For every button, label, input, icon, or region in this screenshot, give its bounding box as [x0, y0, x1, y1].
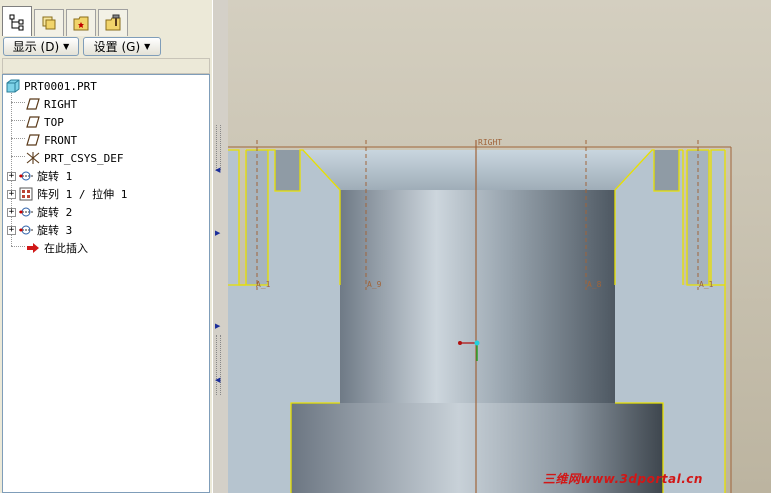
tree-root-label: PRT0001.PRT [24, 79, 97, 93]
tree-item-label: FRONT [44, 133, 78, 147]
tree-item-label: 旋转 3 [37, 224, 73, 237]
revolve-icon [18, 223, 34, 237]
datum-plane-icon [25, 97, 41, 111]
right-slot [654, 150, 679, 191]
revolve-icon [18, 169, 34, 183]
tree-item-label: 阵列 1 / 拉伸 1 [37, 188, 128, 201]
axis-label: A_9 [367, 280, 382, 289]
model-tree[interactable]: PRT0001.PRT RIGHT TOP FRONT PRT_CSYS_DEF [2, 74, 210, 493]
axis-label: A_8 [587, 280, 602, 289]
cone-surface [303, 150, 652, 190]
collapse-arrow-icon[interactable]: ◀ [215, 166, 220, 174]
settings-menu-label: 设置 (G) [93, 40, 141, 54]
chevron-down-icon: ▼ [63, 42, 70, 51]
tree-item-label: 旋转 1 [37, 170, 73, 183]
expand-arrow-icon[interactable]: ▶ [215, 322, 220, 330]
expand-icon[interactable]: + [7, 189, 16, 199]
display-menu-button[interactable]: 显示 (D) ▼ [3, 37, 79, 56]
left-slot [275, 150, 300, 191]
tree-item-label: 旋转 2 [37, 206, 73, 219]
chevron-down-icon: ▼ [144, 42, 151, 51]
datum-plane-icon [25, 115, 41, 129]
expand-icon[interactable]: + [7, 225, 16, 235]
datum-plane-icon [25, 133, 41, 147]
bore-surface [340, 190, 615, 405]
navigator-button-row: 显示 (D) ▼ 设置 (G) ▼ [0, 37, 212, 57]
tree-guide-line [11, 102, 25, 103]
navigator-tabbar [0, 6, 212, 36]
splitter-grip[interactable] [216, 335, 221, 395]
splitter-grip[interactable] [216, 125, 221, 170]
tree-item-insert-here[interactable]: 在此插入 [25, 240, 88, 256]
graphics-viewport[interactable]: RIGHT A_1 A_9 A_8 A_1 [228, 0, 771, 493]
model-tree-icon [9, 14, 24, 30]
axis-label: A_1 [256, 280, 271, 289]
watermark-text: 三维网www.3dportal.cn [543, 472, 703, 486]
folder-browser-icon [42, 16, 56, 30]
expand-icon[interactable]: + [7, 171, 16, 181]
csys-icon [25, 151, 41, 165]
tree-item-csys[interactable]: PRT_CSYS_DEF [25, 150, 123, 166]
tree-item-label: TOP [44, 115, 64, 129]
navigator-panel: 显示 (D) ▼ 设置 (G) ▼ PRT0001.PRT RIGHT TOP … [0, 0, 212, 493]
panel-splitter[interactable]: ◀ ▶ ▶ ◀ [212, 0, 228, 493]
tab-model-tree[interactable] [2, 6, 32, 36]
display-menu-label: 显示 (D) [12, 40, 60, 54]
tree-item-label: PRT_CSYS_DEF [44, 151, 124, 165]
tree-item-revolve-1[interactable]: + 旋转 1 [7, 168, 72, 184]
datum-label-right: RIGHT [478, 138, 502, 147]
model-view[interactable]: RIGHT A_1 A_9 A_8 A_1 [228, 0, 771, 493]
tab-connections[interactable] [98, 9, 128, 36]
collapse-arrow-icon[interactable]: ◀ [215, 376, 220, 384]
tree-guide-line [11, 138, 25, 139]
expand-arrow-icon[interactable]: ▶ [215, 229, 220, 237]
tree-item-top[interactable]: TOP [25, 114, 64, 130]
tree-item-label: RIGHT [44, 97, 78, 111]
tree-item-revolve-2[interactable]: + 旋转 2 [7, 204, 72, 220]
tree-item-pattern-1[interactable]: + 阵列 1 / 拉伸 1 [7, 186, 127, 202]
tree-guide-line [11, 246, 25, 247]
tree-root[interactable]: PRT0001.PRT [5, 78, 97, 94]
tab-folder-browser[interactable] [34, 9, 64, 36]
settings-menu-button[interactable]: 设置 (G) ▼ [83, 37, 161, 56]
revolve-icon [18, 205, 34, 219]
tree-item-label: 在此插入 [44, 242, 88, 255]
tree-guide-line [11, 156, 25, 157]
pattern-icon [18, 187, 34, 201]
navigator-header-band [2, 58, 210, 74]
insert-here-arrow-icon [25, 241, 41, 255]
axis-label: A_1 [699, 280, 714, 289]
connections-icon [105, 14, 121, 31]
favorites-icon [73, 16, 89, 31]
tree-item-front[interactable]: FRONT [25, 132, 77, 148]
part-icon [5, 79, 21, 93]
tree-item-revolve-3[interactable]: + 旋转 3 [7, 222, 72, 238]
tree-guide-line [11, 120, 25, 121]
tree-item-right[interactable]: RIGHT [25, 96, 77, 112]
tab-favorites[interactable] [66, 9, 96, 36]
expand-icon[interactable]: + [7, 207, 16, 217]
